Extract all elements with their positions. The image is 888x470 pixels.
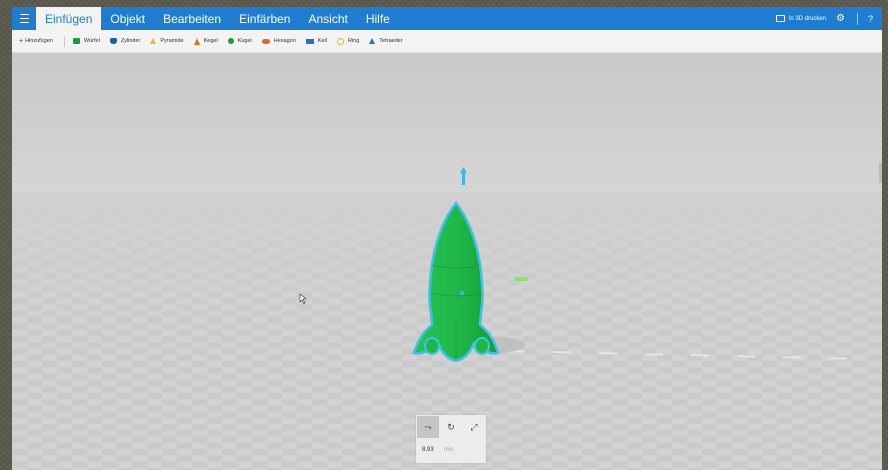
shape-label: Kugel [237, 38, 252, 44]
gear-icon[interactable]: ⚙ [836, 13, 845, 24]
shape-label: Würfel [83, 38, 100, 44]
tab-objekt[interactable]: Objekt [101, 7, 154, 30]
rocket-model[interactable] [12, 53, 882, 470]
app-window: Einfügen Objekt Bearbeiten Einfärben Ans… [12, 7, 882, 470]
transform-mode-buttons: ⤳ ↻ ⤢ [416, 415, 486, 439]
shape-label: Ring [347, 38, 360, 44]
tab-hilfe[interactable]: Hilfe [357, 7, 399, 30]
shape-button-kegel[interactable]: Kegel [193, 37, 218, 45]
cylinder-icon [109, 38, 117, 44]
plus-icon: + [19, 37, 24, 45]
shape-button-zylinder[interactable]: Zylinder [109, 38, 141, 44]
printer-icon [775, 15, 785, 22]
shape-button-ring[interactable]: Ring [336, 37, 360, 45]
scale-icon[interactable]: ⤢ [463, 416, 485, 438]
move-icon[interactable]: ⤳ [417, 416, 439, 438]
toolbar-divider [63, 35, 65, 47]
shape-label: Pyramide [160, 38, 184, 44]
add-label: Hinzufügen [25, 38, 53, 44]
shape-button-kugel[interactable]: Kugel [227, 38, 252, 44]
hamburger-menu-icon[interactable] [12, 7, 36, 30]
shape-label: Kegel [203, 38, 218, 44]
print-3d-button[interactable]: In 3D drucken [775, 15, 827, 22]
ring-icon [336, 37, 344, 45]
tab-bearbeiten[interactable]: Bearbeiten [154, 7, 230, 30]
value-input[interactable]: 8,93 mm [416, 439, 486, 461]
add-button[interactable]: + Hinzufügen [12, 38, 59, 45]
scrollbar[interactable] [879, 163, 882, 183]
tab-einfaerben[interactable]: Einfärben [230, 7, 299, 30]
shape-button-keil[interactable]: Keil [305, 38, 327, 44]
tab-ansicht[interactable]: Ansicht [299, 7, 356, 30]
sphere-icon [227, 38, 234, 44]
shape-button-tetraeder[interactable]: Tetraeder [369, 38, 403, 44]
unit-label: mm [443, 447, 454, 453]
cube-icon [72, 38, 80, 44]
shape-label: Zylinder [120, 38, 141, 44]
shape-label: Hexagon [273, 38, 296, 44]
shape-toolbar: + Hinzufügen Würfel Zylinder Pyramide Ke… [12, 30, 882, 53]
cone-icon [193, 37, 200, 45]
shape-button-hexagon[interactable]: Hexagon [261, 38, 296, 44]
menu-divider [856, 12, 858, 25]
mouse-cursor-icon [299, 293, 307, 305]
print-3d-label: In 3D drucken [788, 15, 827, 22]
tetrahedron-icon [369, 38, 376, 44]
value-text: 8,93 [422, 447, 434, 453]
help-icon[interactable]: ? [868, 14, 873, 24]
wedge-icon [305, 38, 314, 44]
pyramid-icon [150, 38, 157, 44]
shape-label: Keil [317, 38, 327, 44]
rotate-icon[interactable]: ↻ [440, 416, 462, 438]
menu-right-group: In 3D drucken ⚙ ? [775, 7, 882, 30]
tab-einfuegen[interactable]: Einfügen [36, 7, 102, 30]
3d-viewport[interactable]: ⤳ ↻ ⤢ 8,93 mm [12, 53, 882, 470]
shape-button-pyramide[interactable]: Pyramide [150, 38, 184, 44]
shape-button-wuerfel[interactable]: Würfel [72, 38, 100, 44]
transform-panel: ⤳ ↻ ⤢ 8,93 mm [416, 415, 486, 463]
menu-bar: Einfügen Objekt Bearbeiten Einfärben Ans… [12, 7, 882, 30]
shape-label: Tetraeder [379, 38, 403, 44]
hexagon-icon [261, 38, 270, 44]
